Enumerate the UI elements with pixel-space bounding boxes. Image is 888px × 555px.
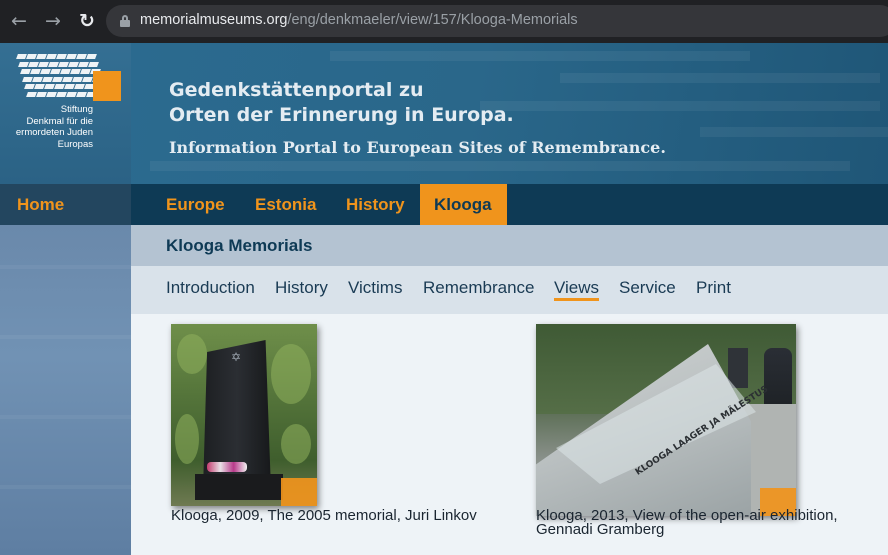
portal-title-english: Information Portal to European Sites of … [169, 138, 666, 157]
main-navigation: Home Europe Estonia History Klooga [0, 184, 888, 225]
nav-item-europe[interactable]: Europe [152, 184, 239, 225]
url-domain: memorialmuseums.org [140, 12, 288, 28]
photo-caption: Klooga, 2013, View of the open-air exhib… [536, 508, 886, 538]
subnav-history[interactable]: History [275, 278, 328, 298]
nav-item-estonia[interactable]: Estonia [241, 184, 330, 225]
logo-text-line: Stiftung [60, 104, 93, 115]
left-sidebar [0, 225, 131, 555]
sub-navigation: Introduction History Victims Remembrance… [131, 266, 888, 314]
site-header: Stiftung Denkmal für die ermordeten Jude… [0, 43, 888, 184]
browser-toolbar: ← → ↻ memorialmuseums.org/eng/denkmaeler… [0, 0, 888, 43]
address-bar[interactable]: memorialmuseums.org/eng/denkmaeler/view/… [106, 5, 888, 37]
nav-item-klooga[interactable]: Klooga [420, 184, 507, 225]
nav-item-history[interactable]: History [332, 184, 419, 225]
logo-cell [88, 61, 99, 67]
subnav-service[interactable]: Service [619, 278, 676, 298]
subnav-remembrance[interactable]: Remembrance [423, 278, 535, 298]
visitors [764, 348, 792, 408]
reload-icon[interactable]: ↻ [74, 8, 100, 34]
logo-mark [16, 54, 103, 100]
portal-title-german: Gedenkstättenportal zu Orten der Erinner… [169, 78, 669, 128]
page-title-bar: Klooga Memorials [131, 225, 888, 266]
subnav-views[interactable]: Views [554, 278, 600, 301]
subnav-print[interactable]: Print [696, 278, 731, 298]
home-nav-cell: Home [0, 184, 131, 225]
flowers [207, 462, 247, 472]
portal-title-line: Gedenkstättenportal zu [169, 79, 424, 101]
orange-corner-marker [281, 478, 317, 506]
main-content: Klooga Memorials Introduction History Vi… [131, 225, 888, 555]
logo-text: Stiftung Denkmal für die ermordeten Jude… [0, 104, 93, 150]
lock-icon[interactable] [120, 15, 130, 27]
photo-open-air-exhibition[interactable]: KLOOGA LAAGER JA MÄLESTUS [536, 324, 796, 516]
portal-title-line: Orten der Erinnerung in Europa. [169, 104, 514, 126]
url-path: /eng/denkmaeler/view/157/Klooga-Memorial… [287, 12, 578, 28]
logo-text-line: Denkmal für die [26, 115, 93, 127]
home-link[interactable]: Home [17, 195, 64, 215]
page-title: Klooga Memorials [166, 236, 313, 255]
back-icon[interactable]: ← [6, 8, 32, 34]
logo-text-line: Europas [57, 138, 93, 150]
logo-cell [86, 54, 97, 59]
memorial-base [195, 474, 283, 500]
photo-caption: Klooga, 2009, The 2005 memorial, Juri Li… [171, 507, 477, 524]
url-text[interactable]: memorialmuseums.org/eng/denkmaeler/view/… [140, 12, 578, 28]
star-of-david-icon: ✡ [231, 350, 242, 364]
image-gallery: ✡ Klooga, 2009, The 2005 memorial, Juri … [131, 314, 888, 555]
logo-orange-square [93, 71, 121, 101]
logo-text-line: ermordeten Juden [15, 127, 93, 138]
forward-icon[interactable]: → [40, 8, 66, 34]
photo-memorial-stone[interactable]: ✡ [171, 324, 317, 506]
subnav-victims[interactable]: Victims [348, 278, 402, 298]
site-logo[interactable]: Stiftung Denkmal für die ermordeten Jude… [0, 43, 131, 184]
subnav-introduction[interactable]: Introduction [166, 278, 255, 298]
photo-caption-line: Gennadi Gramberg [536, 521, 665, 538]
